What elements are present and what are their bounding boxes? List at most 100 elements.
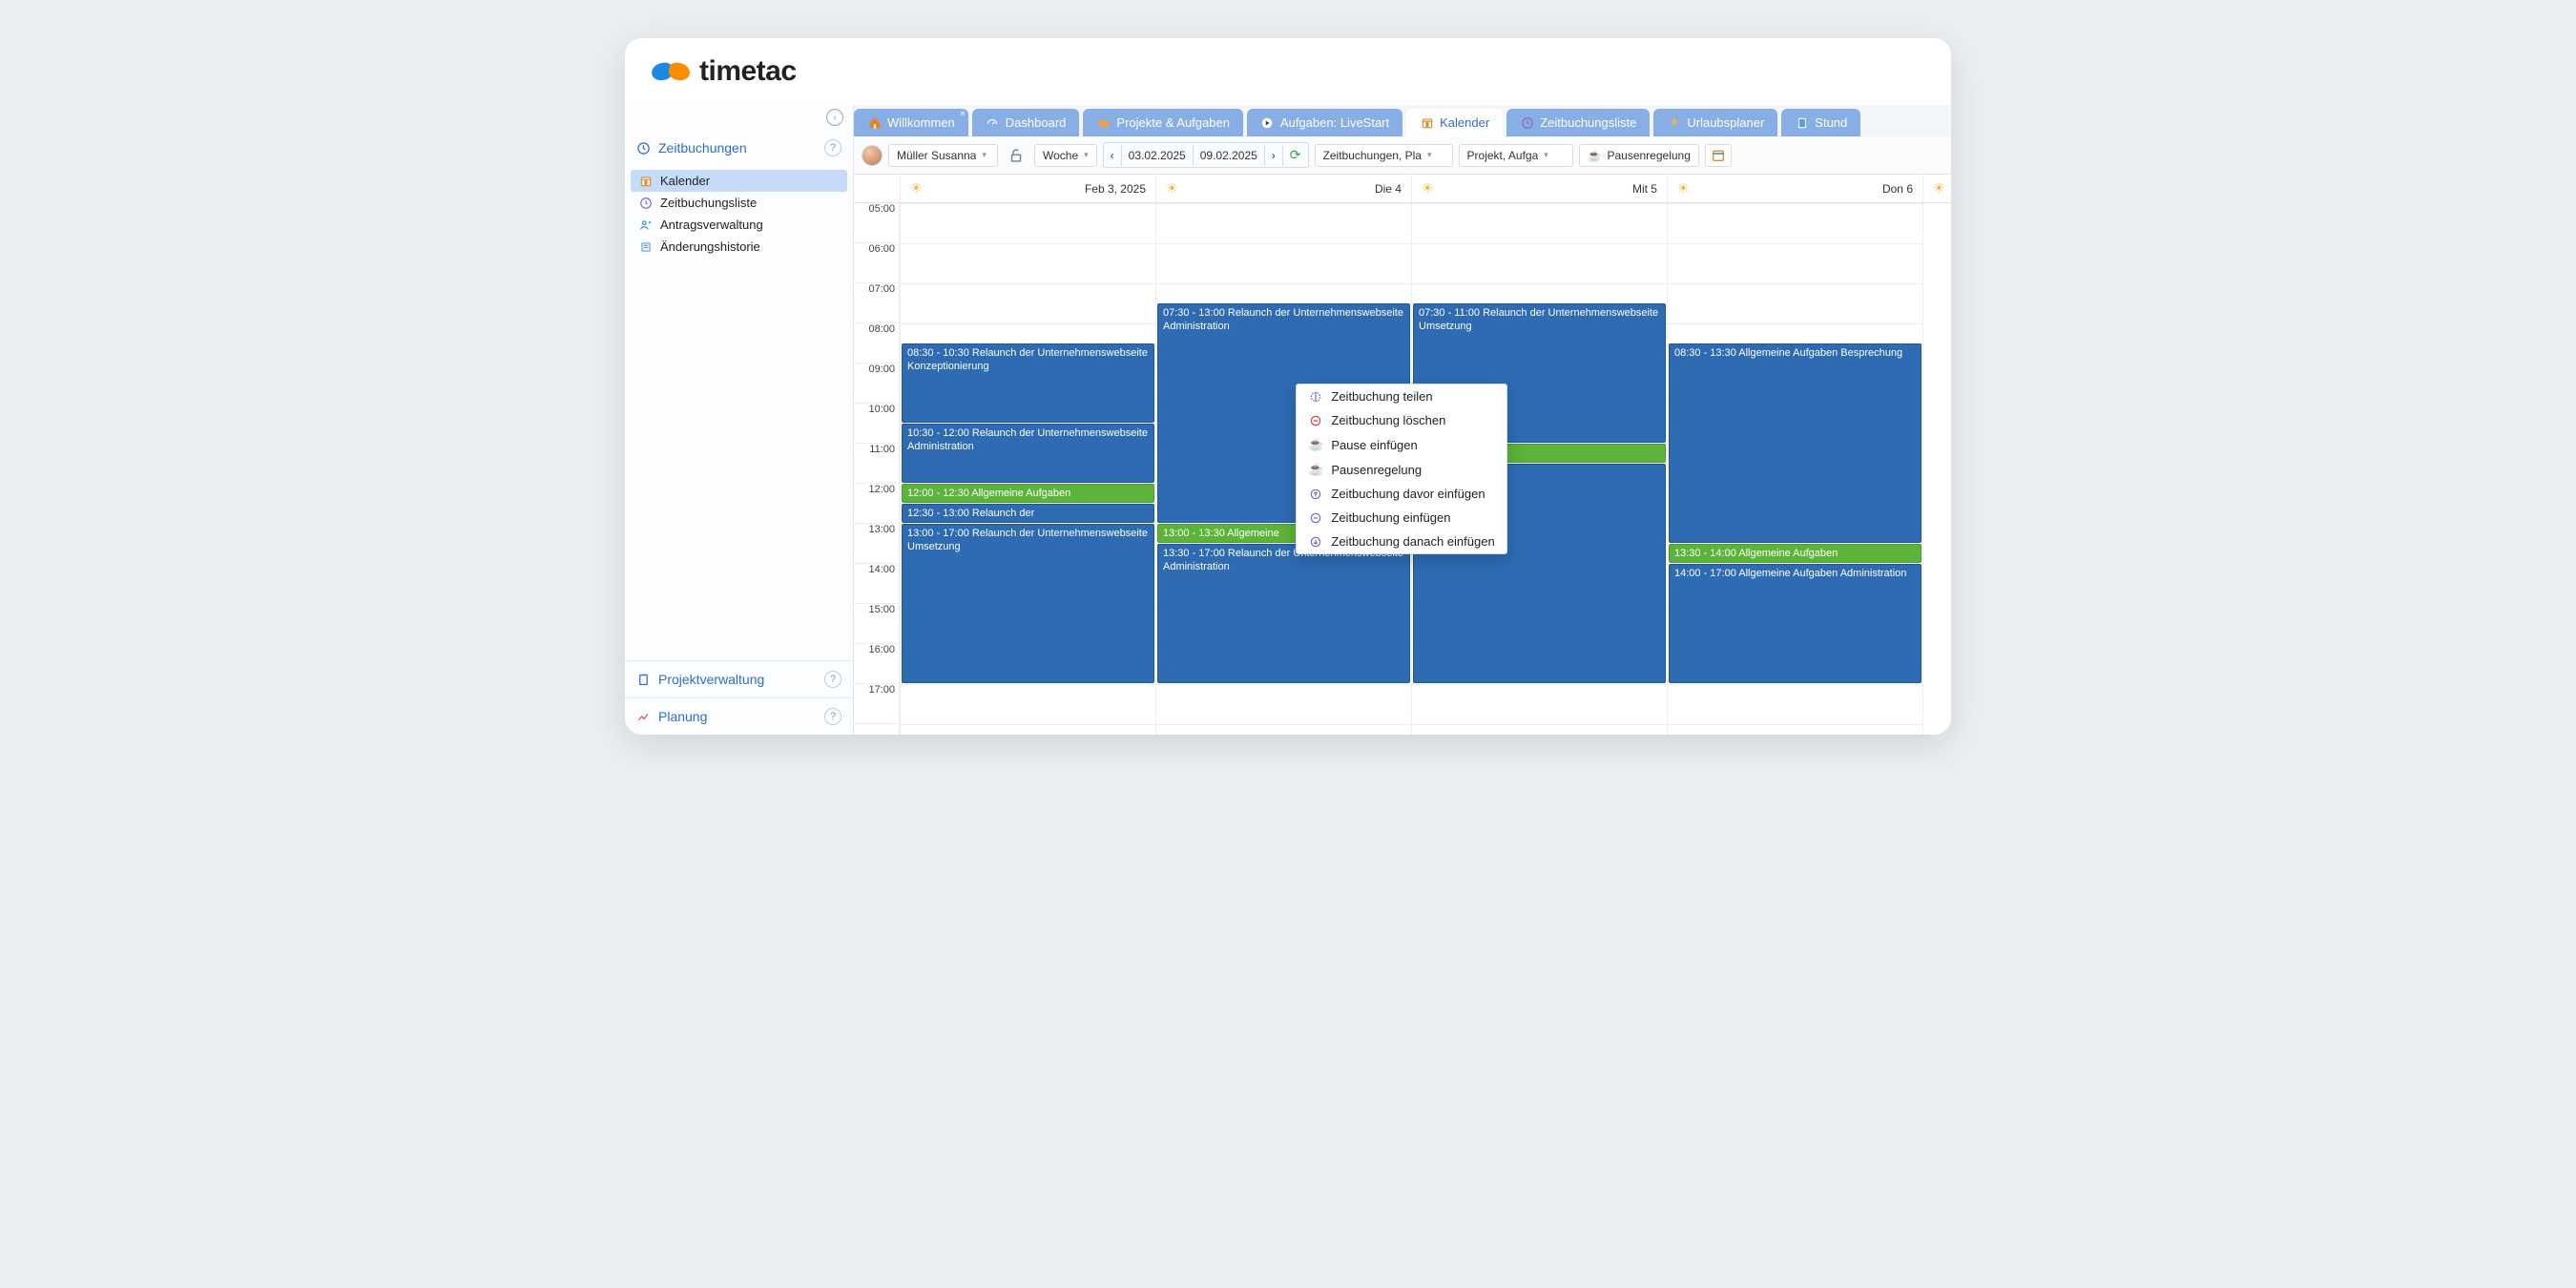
tab-willkommen[interactable]: Willkommen × [854,109,968,136]
context-menu-item[interactable]: ☕ Pausenregelung [1297,457,1506,482]
context-menu-label: Zeitbuchung löschen [1331,413,1445,427]
context-menu-item[interactable]: Zeitbuchung danach einfügen [1297,530,1506,553]
sidebar-item-zeitbuchungsliste[interactable]: Zeitbuchungsliste [631,192,847,214]
tab-zeitbuchungsliste[interactable]: Zeitbuchungsliste [1506,109,1650,136]
context-menu-label: Pausenregelung [1331,463,1422,477]
sidebar-section-projektverwaltung[interactable]: Projektverwaltung ? [625,660,853,697]
calendar: ☀Feb 3, 2025☀Die 4☀Mit 5☀Don 6☀ 05:0006:… [854,175,1951,735]
day-column[interactable]: 08:30 - 13:30 Allgemeine Aufgaben Bespre… [1667,203,1922,735]
prev-arrow-icon[interactable]: ‹ [1104,145,1122,166]
refresh-button[interactable]: ⟳ [1283,143,1308,167]
tab-projekte-aufgaben[interactable]: Projekte & Aufgaben [1083,109,1243,136]
sidebar-section-title: Planung [658,709,707,724]
tab-label: Stund [1815,115,1847,130]
tab-kalender[interactable]: 3Kalender [1406,109,1503,136]
time-label: 09:00 [854,364,899,404]
calendar-event[interactable]: 08:30 - 10:30 Relaunch der Unternehmensw… [902,343,1154,423]
calendar-icon [1711,148,1726,163]
view-select[interactable]: Woche ▾ [1034,144,1097,167]
help-icon[interactable]: ? [824,671,841,688]
context-menu-item[interactable]: Zeitbuchung einfügen [1297,506,1506,530]
event-label: 12:00 - 12:30 Allgemeine Aufgaben [907,488,1070,499]
insert-icon [1308,511,1323,525]
tab-urlaubsplaner[interactable]: ☀Urlaubsplaner [1653,109,1777,136]
time-label: 11:00 [854,444,899,484]
user-select[interactable]: Müller Susanna ▾ [888,144,998,167]
day-label: Feb 3, 2025 [1085,182,1146,196]
date-to[interactable]: 09.02.2025 [1194,145,1265,166]
calendar-event[interactable]: 10:30 - 12:00 Relaunch der Unternehmensw… [902,424,1154,483]
avatar[interactable] [862,145,883,166]
event-label: 13:00 - 17:00 Relaunch der Unternehmensw… [907,528,1148,552]
sidebar-section-planung[interactable]: Planung ? [625,697,853,735]
day-label: Die 4 [1375,182,1402,196]
time-label: 07:00 [854,283,899,323]
calendar-event[interactable]: 13:30 - 14:00 Allgemeine Aufgaben [1669,544,1922,563]
pause-rules-button[interactable]: ☕ Pausenregelung [1579,144,1699,167]
sidebar-item-kalender[interactable]: 3Kalender [631,170,847,192]
calendar-event[interactable]: 14:00 - 17:00 Allgemeine Aufgaben Admini… [1669,564,1922,683]
coffee-icon: ☕ [1588,149,1602,162]
time-label: 15:00 [854,604,899,644]
person-request-icon [638,218,653,232]
home-icon [867,115,882,130]
sidebar-item-label: Zeitbuchungsliste [660,196,757,210]
coffee-icon: ☕ [1308,462,1323,477]
clock-icon [636,141,651,156]
sun-icon: ☀ [1677,180,1690,197]
day-column[interactable]: 08:30 - 10:30 Relaunch der Unternehmensw… [900,203,1155,735]
time-label: 14:00 [854,564,899,604]
date-from[interactable]: 03.02.2025 [1122,145,1194,166]
sidebar-item--nderungshistorie[interactable]: Änderungshistorie [631,236,847,258]
context-menu-item[interactable]: ☕Pause einfügen [1297,432,1506,457]
tab-dashboard[interactable]: Dashboard [972,109,1080,136]
logo-icon [652,63,690,80]
clipboard-icon [636,673,651,687]
brand-name: timetac [699,55,797,88]
view-select-value: Woche [1043,149,1078,162]
coffee-icon: ☕ [1308,437,1323,452]
day-label: Mit 5 [1632,182,1657,196]
sidebar-item-antragsverwaltung[interactable]: Antragsverwaltung [631,214,847,236]
calendar-event[interactable]: 08:30 - 13:30 Allgemeine Aufgaben Bespre… [1669,343,1922,543]
trend-icon [636,710,651,724]
time-label: 12:00 [854,484,899,524]
calendar-small-icon: 3 [1420,115,1434,130]
sun-icon: ☀ [910,180,923,197]
tab-label: Aufgaben: LiveStart [1280,115,1389,130]
context-menu-item[interactable]: Zeitbuchung davor einfügen [1297,482,1506,506]
tab-aufgaben-livestart[interactable]: Aufgaben: LiveStart [1247,109,1402,136]
event-label: 07:30 - 11:00 Relaunch der Unternehmensw… [1419,307,1658,332]
help-icon[interactable]: ? [824,708,841,725]
day-header: ☀Don 6 [1667,175,1922,202]
sidebar-section-title: Zeitbuchungen [658,140,747,156]
next-arrow-icon[interactable]: › [1265,145,1283,166]
sidebar: ‹ Zeitbuchungen ? 3Kalender Zeitbuchungsl… [625,105,854,735]
event-label: 07:30 - 13:00 Relaunch der Unternehmensw… [1163,307,1403,332]
clock-icon [1520,115,1534,130]
insert-after-icon [1308,535,1323,549]
calendar-event[interactable]: 13:00 - 17:00 Relaunch der Unternehmensw… [902,524,1154,683]
tab-stund[interactable]: Stund [1781,109,1860,136]
toolbar: Müller Susanna ▾ Woche ▾ ‹ 03.02.2025 09… [854,136,1951,175]
context-menu-item[interactable]: Zeitbuchung löschen [1297,408,1506,432]
filter-bookings-select[interactable]: Zeitbuchungen, Pla ▾ [1315,144,1453,167]
context-menu: Zeitbuchung teilenZeitbuchung löschen☕Pa… [1296,384,1506,554]
event-label: 12:30 - 13:00 Relaunch der [907,508,1034,519]
gauge-icon [986,115,1000,130]
tab-label: Willkommen [887,115,955,130]
time-label: 10:00 [854,404,899,444]
context-menu-item[interactable]: Zeitbuchung teilen [1297,384,1506,408]
filter-project-select[interactable]: Projekt, Aufga ▾ [1459,144,1573,167]
sidebar-section-zeitbuchungen[interactable]: Zeitbuchungen ? [625,130,853,166]
calendar-event[interactable]: 12:30 - 13:00 Relaunch der [902,504,1154,523]
collapse-sidebar-icon[interactable]: ‹ [826,109,843,126]
calendar-settings-button[interactable] [1705,144,1732,167]
calendar-event[interactable]: 12:00 - 12:30 Allgemeine Aufgaben [902,484,1154,503]
unlock-icon[interactable] [1004,147,1028,164]
calendar-event[interactable]: 13:30 - 17:00 Relaunch der Unternehmensw… [1157,544,1410,683]
chevron-down-icon: ▾ [1084,150,1089,160]
insert-before-icon [1308,488,1323,501]
help-icon[interactable]: ? [824,139,841,156]
close-icon[interactable]: × [960,109,966,119]
